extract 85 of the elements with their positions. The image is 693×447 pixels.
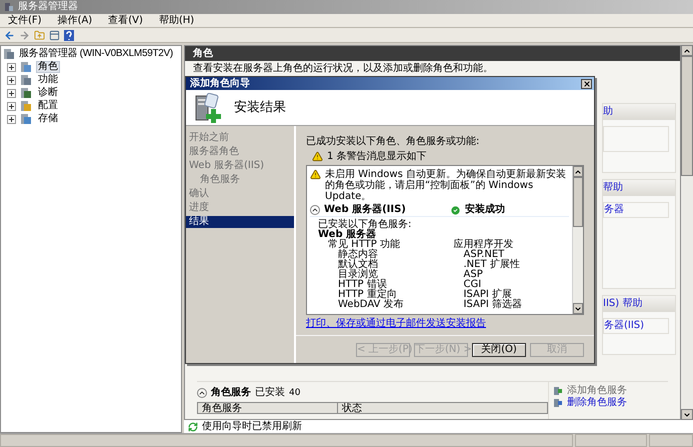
warning-icon bbox=[312, 151, 323, 162]
dialog-title: 添加角色向导 bbox=[190, 78, 250, 88]
scroll-thumb[interactable] bbox=[681, 56, 693, 176]
panel-icon[interactable] bbox=[49, 30, 60, 40]
status-message: 使用向导时已禁用刷新 bbox=[202, 422, 302, 432]
warning-icon bbox=[310, 169, 321, 180]
close-button[interactable] bbox=[581, 78, 592, 88]
section-heading: 角色服务 bbox=[211, 388, 251, 398]
scroll-down-icon[interactable] bbox=[683, 410, 691, 418]
service-icon bbox=[553, 398, 563, 408]
tree-node-icon bbox=[20, 100, 32, 112]
side-link[interactable]: 务器(IIS) bbox=[603, 318, 669, 334]
check-icon bbox=[450, 204, 461, 216]
installed-item: HTTP 重定向 bbox=[337, 290, 397, 300]
section-status: 已安装 bbox=[255, 388, 285, 398]
server-plus-icon bbox=[194, 92, 222, 122]
tree-node-icon bbox=[3, 48, 15, 60]
warning-summary: 1 条警告消息显示如下 bbox=[327, 152, 427, 162]
menu-item[interactable]: 查看(V) bbox=[108, 16, 143, 26]
collapse-icon[interactable] bbox=[310, 205, 320, 215]
wizard-step[interactable]: 结果 bbox=[186, 216, 294, 228]
refresh-icon bbox=[188, 422, 198, 432]
service-icon bbox=[553, 386, 563, 396]
menu-item[interactable]: 文件(F) bbox=[8, 16, 42, 26]
service-count: 40 bbox=[289, 388, 300, 398]
column-header: 角色服务 bbox=[198, 403, 338, 413]
intro-text: 已成功安装以下角色、角色服务或功能: bbox=[306, 136, 480, 148]
back-icon[interactable] bbox=[4, 30, 15, 40]
help-link[interactable]: 帮助 bbox=[603, 183, 623, 193]
action-link[interactable]: 删除角色服务 bbox=[567, 398, 627, 408]
expand-icon[interactable] bbox=[7, 88, 16, 98]
help-icon[interactable] bbox=[64, 30, 74, 40]
help-link[interactable]: IIS) 帮助 bbox=[603, 299, 642, 309]
role-status: 安装成功 bbox=[465, 204, 505, 216]
installed-item: ASP.NET bbox=[462, 250, 504, 260]
installed-item: ASP bbox=[462, 270, 484, 280]
column-header: 状态 bbox=[341, 403, 363, 413]
window-title: 服务器管理器 bbox=[18, 2, 78, 12]
installed-item: Web 服务器 bbox=[318, 230, 378, 240]
pane-description: 查看安装在服务器上角色的运行状况，以及添加或删除角色和功能。 bbox=[192, 64, 493, 74]
scroll-down-icon[interactable] bbox=[574, 304, 582, 312]
tree-root[interactable]: 服务器管理器 (WIN-V0BXLM59T2V) bbox=[19, 49, 173, 59]
scroll-thumb[interactable] bbox=[573, 177, 583, 227]
close-icon bbox=[582, 80, 590, 88]
pane-title: 角色 bbox=[193, 48, 213, 58]
tree-node-icon bbox=[20, 61, 32, 73]
installed-item: 默认文档 bbox=[337, 260, 379, 270]
scrollbar[interactable] bbox=[572, 166, 583, 314]
app-icon bbox=[4, 2, 14, 12]
tree-node-icon bbox=[20, 74, 32, 86]
installed-item: .NET 扩展性 bbox=[462, 260, 521, 270]
tree-item[interactable]: 诊断 bbox=[36, 87, 60, 99]
tree-item[interactable]: 功能 bbox=[36, 74, 60, 86]
installed-item: 常见 HTTP 功能 bbox=[327, 240, 401, 250]
tree-item[interactable]: 角色 bbox=[36, 61, 60, 73]
tree-item[interactable]: 配置 bbox=[36, 100, 60, 112]
installed-item: CGI bbox=[462, 280, 482, 290]
scrollbar[interactable] bbox=[681, 45, 693, 420]
wizard-button[interactable]: 关闭(O) bbox=[472, 342, 526, 356]
expand-icon[interactable] bbox=[7, 114, 16, 124]
tree-node-icon bbox=[20, 113, 32, 125]
expand-icon[interactable] bbox=[7, 102, 16, 110]
installed-item: ISAPI 扩展 bbox=[462, 290, 512, 300]
tree-item[interactable]: 存储 bbox=[36, 113, 60, 125]
scroll-up-icon[interactable] bbox=[683, 46, 691, 54]
expand-icon[interactable] bbox=[7, 76, 16, 84]
collapse-icon[interactable] bbox=[197, 388, 207, 398]
scroll-up-icon[interactable] bbox=[574, 168, 582, 176]
installed-item: HTTP 错误 bbox=[337, 280, 387, 290]
installed-item: WebDAV 发布 bbox=[337, 300, 405, 310]
report-link[interactable]: 打印、保存或通过电子邮件发送安装报告 bbox=[306, 318, 584, 330]
role-name: Web 服务器(IIS) bbox=[324, 204, 406, 216]
tree-node-icon bbox=[20, 87, 32, 99]
dialog-heading: 安装结果 bbox=[234, 101, 286, 114]
side-link[interactable]: 务器 bbox=[603, 202, 669, 218]
installed-item: ISAPI 筛选器 bbox=[462, 300, 523, 310]
installed-item: 静态内容 bbox=[337, 250, 379, 260]
menu-item[interactable]: 操作(A) bbox=[58, 16, 92, 26]
installed-label: 已安装以下角色服务: bbox=[318, 219, 412, 230]
expand-icon[interactable] bbox=[7, 62, 16, 72]
installed-item: 应用程序开发 bbox=[452, 240, 514, 250]
installed-item: 目录浏览 bbox=[337, 270, 378, 280]
warning-message: 未启用 Windows 自动更新。为确保自动更新最新安装的角色或功能，请启用“控制面板”的 Windows Update。 bbox=[325, 169, 567, 202]
menu-item[interactable]: 帮助(H) bbox=[158, 16, 194, 26]
help-link[interactable]: 助 bbox=[603, 107, 613, 117]
